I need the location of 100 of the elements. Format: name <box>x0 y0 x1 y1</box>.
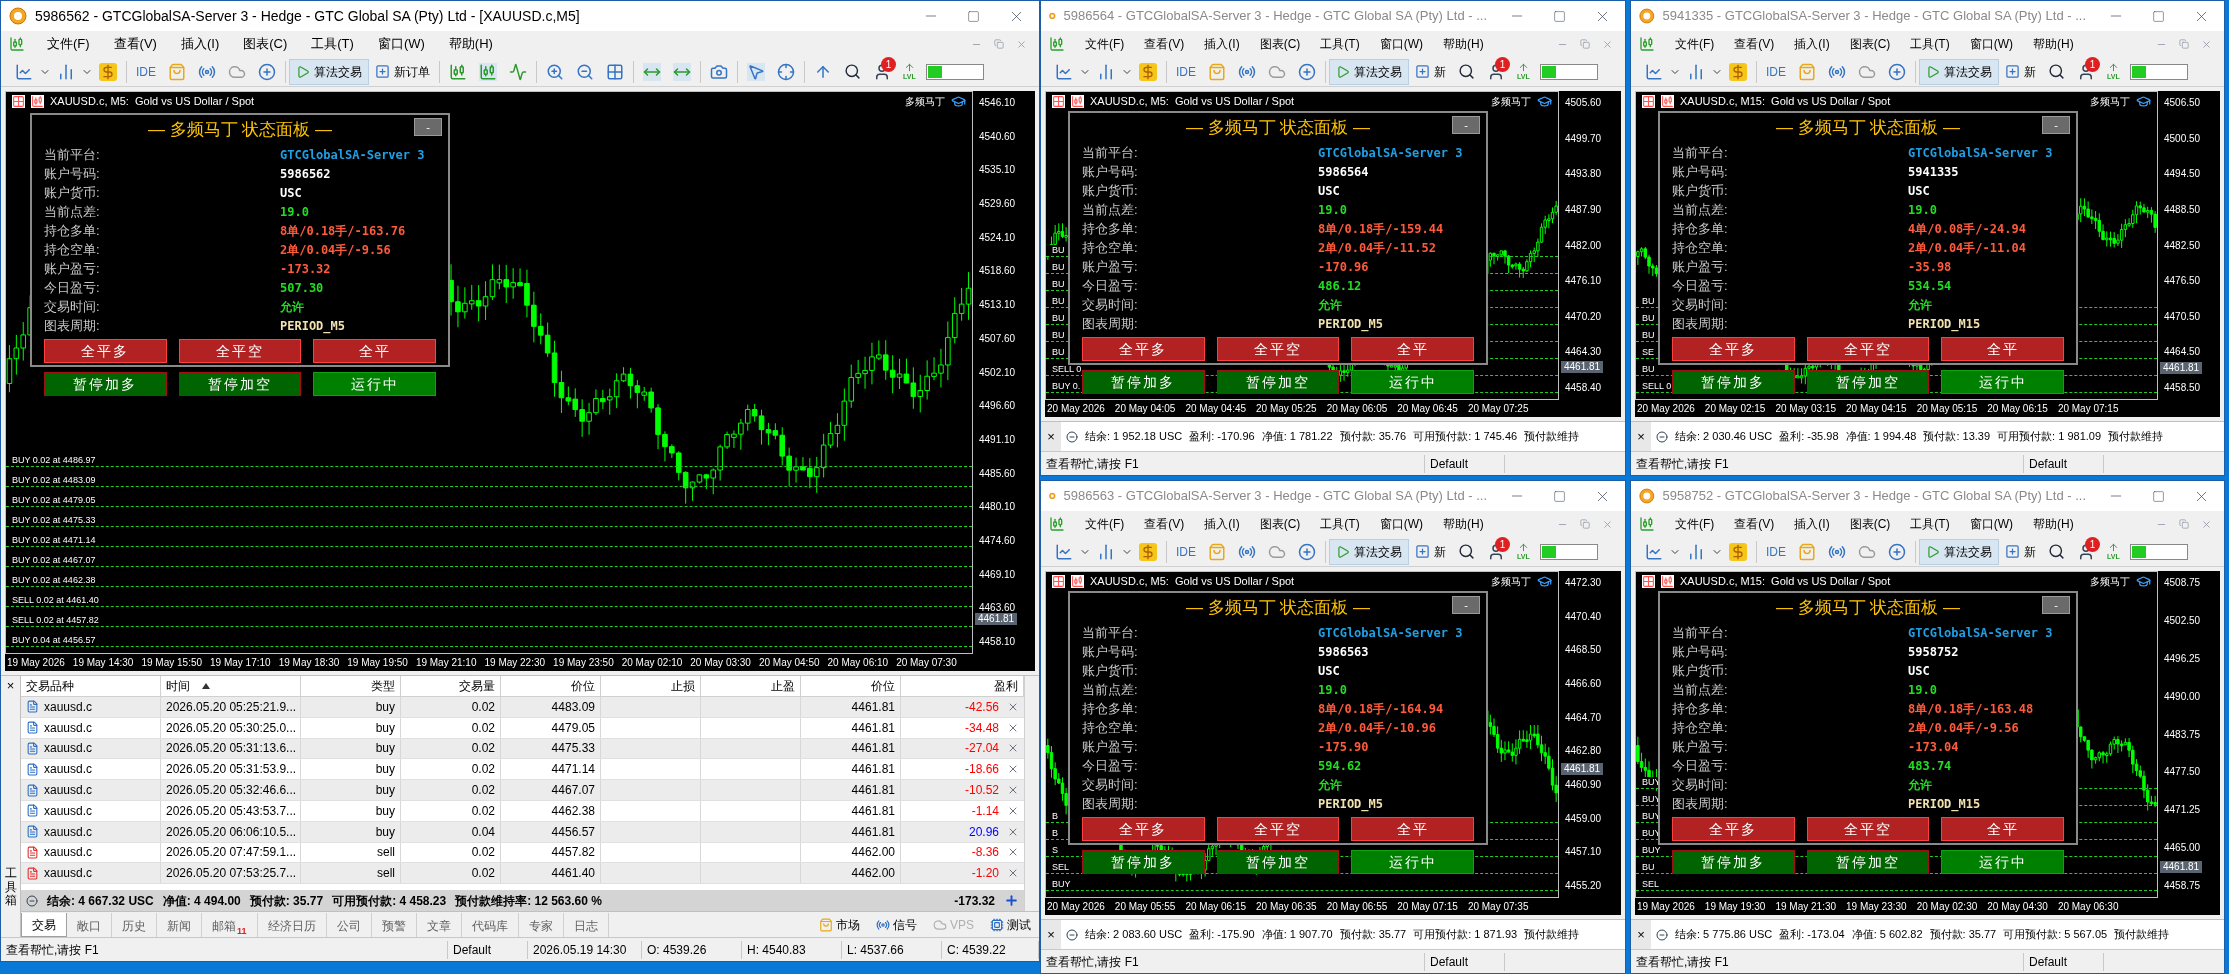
upload-icon[interactable] <box>2107 542 2119 553</box>
chart-list-icon[interactable] <box>1642 94 1655 108</box>
menu-item[interactable]: 文件(F) <box>1077 31 1133 57</box>
collapse-icon[interactable] <box>26 894 38 907</box>
algo-trading-button[interactable]: 算法交易 <box>1919 58 1999 85</box>
collapse-icon[interactable] <box>1066 928 1078 941</box>
service-button[interactable]: 市场 <box>811 915 868 934</box>
cursor-icon[interactable] <box>747 62 765 81</box>
menu-item[interactable]: 帮助(H) <box>438 31 503 57</box>
candles-icon[interactable] <box>479 62 497 81</box>
maximize-icon[interactable] <box>967 9 980 23</box>
panel-button[interactable]: 全平多 <box>44 339 167 363</box>
panel-button[interactable]: 运行中 <box>1941 370 2064 394</box>
bar-chart-icon[interactable] <box>449 62 467 81</box>
menu-item[interactable]: 工具(T) <box>1902 511 1958 537</box>
chart-type-icon[interactable] <box>1661 574 1674 588</box>
screenshot-icon[interactable] <box>710 62 728 81</box>
search-icon[interactable] <box>2048 543 2065 560</box>
ide-button[interactable]: IDE <box>1170 542 1202 561</box>
panel-button[interactable]: 全平空 <box>1806 337 1930 361</box>
menu-item[interactable]: 工具(T) <box>1902 31 1958 57</box>
panel-button[interactable]: 暂停加空 <box>1216 850 1340 874</box>
toolbox-tab[interactable]: 文章 <box>416 912 462 937</box>
menu-item[interactable]: 查看(V) <box>1726 511 1783 537</box>
add-icon[interactable] <box>1004 893 1019 908</box>
column-header[interactable]: 止损 <box>601 676 701 696</box>
close-toolbox-button[interactable]: × <box>1631 920 1651 949</box>
panel-button[interactable]: 全平 <box>313 339 436 363</box>
menu-item[interactable]: 窗口(W) <box>367 31 435 57</box>
upload-icon[interactable] <box>1517 62 1529 73</box>
close-icon[interactable] <box>1602 38 1613 50</box>
minimize-button[interactable]: - <box>1452 596 1480 614</box>
add-signal-icon[interactable] <box>258 62 276 81</box>
toolbox-tab[interactable]: 专家 <box>518 912 564 937</box>
dollar-icon[interactable] <box>99 62 117 81</box>
toolbox-tab[interactable]: 经济日历 <box>257 912 327 937</box>
panel-button[interactable]: 全平空 <box>178 339 302 363</box>
menu-item[interactable]: 插入(I) <box>170 31 230 57</box>
menu-item[interactable]: 插入(I) <box>1196 511 1248 537</box>
minimize-button[interactable]: - <box>1452 116 1480 134</box>
close-icon[interactable] <box>2201 518 2212 530</box>
ide-button[interactable]: IDE <box>1760 542 1792 561</box>
menu-item[interactable]: 文件(F) <box>1667 31 1723 57</box>
upload-icon[interactable] <box>1517 542 1529 553</box>
menu-item[interactable]: 图表(C) <box>1841 511 1899 537</box>
dollar-icon[interactable] <box>1729 542 1747 561</box>
search-icon[interactable] <box>2048 63 2065 80</box>
menu-item[interactable]: 帮助(H) <box>2025 511 2082 537</box>
menu-item[interactable]: 图表(C) <box>233 31 298 57</box>
panel-button[interactable]: 运行中 <box>1351 850 1474 874</box>
grid-icon[interactable] <box>606 62 624 81</box>
toolbox-tab[interactable]: 日志 <box>563 912 609 937</box>
bar-chart-icon[interactable] <box>1097 542 1115 561</box>
panel-button[interactable]: 暂停加空 <box>1216 370 1340 394</box>
panel-button[interactable]: 全平多 <box>1672 817 1795 841</box>
panel-button[interactable]: 全平空 <box>1216 817 1340 841</box>
menu-item[interactable]: 帮助(H) <box>1435 511 1492 537</box>
maximize-icon[interactable] <box>2152 489 2165 503</box>
maximize-icon[interactable] <box>2152 9 2165 23</box>
panel-button[interactable]: 运行中 <box>1351 370 1474 394</box>
menu-item[interactable]: 查看(V) <box>1726 31 1783 57</box>
toolbox-tab[interactable]: 交易 <box>21 912 67 937</box>
chart-list-icon[interactable] <box>1052 574 1065 588</box>
menu-item[interactable]: 工具(T) <box>1312 511 1368 537</box>
bar-chart-icon[interactable] <box>1097 62 1115 81</box>
account-icon[interactable] <box>1487 62 1505 81</box>
chart-type-icon[interactable] <box>1071 574 1084 588</box>
minimize-button[interactable]: - <box>414 118 442 136</box>
line-chart-icon[interactable] <box>1645 62 1663 81</box>
menu-item[interactable]: 查看(V) <box>1136 31 1193 57</box>
menu-item[interactable]: 插入(I) <box>1786 31 1838 57</box>
line-chart-icon[interactable] <box>509 62 527 81</box>
line-chart-icon[interactable] <box>1645 542 1663 561</box>
menu-item[interactable]: 帮助(H) <box>1435 31 1492 57</box>
add-signal-icon[interactable] <box>1888 542 1906 561</box>
maximize-icon[interactable] <box>1553 9 1566 23</box>
collapse-icon[interactable] <box>1656 928 1668 941</box>
menu-item[interactable]: 查看(V) <box>103 31 167 57</box>
search-icon[interactable] <box>844 63 861 80</box>
toolbox-tab[interactable]: 代码库 <box>461 912 519 937</box>
panel-button[interactable]: 暂停加多 <box>1672 850 1795 874</box>
minimize-button[interactable]: - <box>2042 116 2070 134</box>
service-button[interactable]: 信号 <box>868 915 925 934</box>
ide-button[interactable]: IDE <box>1170 62 1202 81</box>
column-header[interactable]: 交易品种 <box>21 676 161 696</box>
menu-item[interactable]: 图表(C) <box>1251 31 1309 57</box>
panel-button[interactable]: 全平空 <box>1216 337 1340 361</box>
panel-button[interactable]: 全平多 <box>1672 337 1795 361</box>
dollar-icon[interactable] <box>1729 62 1747 81</box>
scrollbar[interactable] <box>1024 676 1039 911</box>
toolbox-tab[interactable]: 历史 <box>112 912 157 937</box>
panel-button[interactable]: 全平 <box>1351 337 1474 361</box>
maximize-icon[interactable] <box>1553 489 1566 503</box>
close-toolbox-button[interactable]: × <box>1041 422 1061 451</box>
chart-list-icon[interactable] <box>1642 574 1655 588</box>
column-header[interactable]: 时间 <box>161 676 301 696</box>
upload-icon[interactable] <box>2107 62 2119 73</box>
panel-button[interactable]: 全平空 <box>1806 817 1930 841</box>
panel-button[interactable]: 暂停加多 <box>44 372 167 396</box>
menu-item[interactable]: 插入(I) <box>1196 31 1248 57</box>
